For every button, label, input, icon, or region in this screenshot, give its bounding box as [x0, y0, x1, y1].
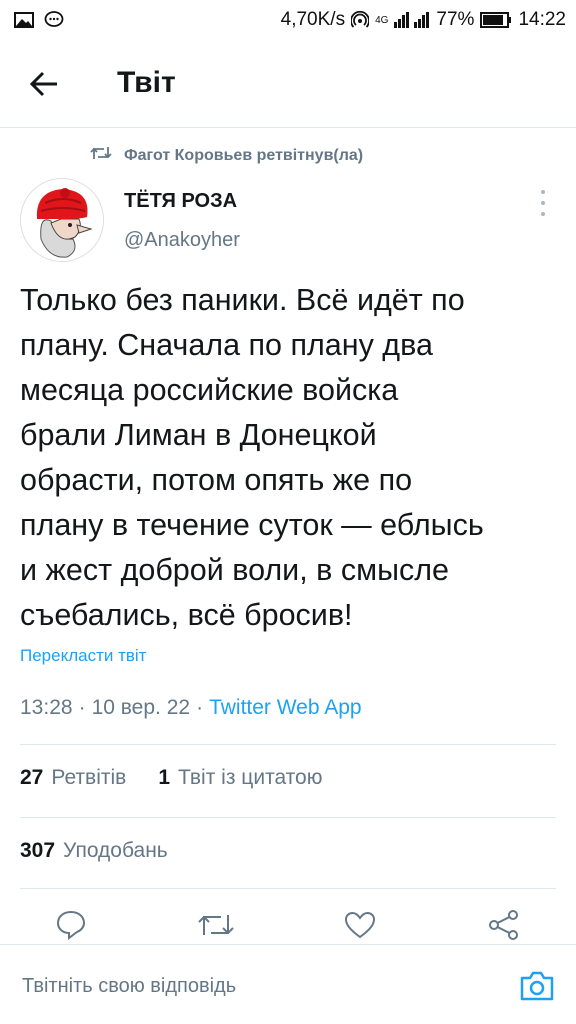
camera-button[interactable] [518, 969, 556, 1003]
reply-bar: Твітніть свою відповідь [0, 944, 576, 1024]
more-dot [541, 201, 545, 205]
status-bar: 4,70K/s 4G 77% 14:22 [0, 0, 576, 40]
more-options-button[interactable] [535, 190, 551, 216]
tweet-line: плану в течение суток — еблысь [20, 508, 484, 542]
likes-count[interactable]: 307 [20, 839, 55, 863]
retweets-label[interactable]: Ретвітів [51, 766, 126, 790]
more-dot [541, 212, 545, 216]
divider [20, 744, 556, 745]
tweet-line: и жест доброй воли, в смысле [20, 553, 449, 587]
tweet-line: плану. Сначала по плану два [20, 328, 433, 362]
author-name[interactable]: ТЁТЯ РОЗА [124, 190, 237, 213]
retweets-count[interactable]: 27 [20, 766, 43, 790]
share-button[interactable] [484, 905, 524, 945]
reply-input[interactable]: Твітніть свою відповідь [22, 975, 236, 998]
quotes-label[interactable]: Твіт із цитатою [178, 766, 322, 790]
network-speed: 4,70K/s [280, 9, 346, 30]
meta-separator: · [78, 696, 86, 719]
tweet-actions [0, 905, 576, 945]
tweet-line: съебались, всё бросив! [20, 598, 353, 632]
share-icon [489, 910, 518, 940]
chat-bubble-icon [44, 11, 64, 29]
quotes-count[interactable]: 1 [158, 766, 170, 790]
divider [20, 888, 556, 889]
status-left [14, 11, 64, 29]
reply-icon [56, 910, 86, 940]
tweet-line: обрасти, потом опять же по [20, 463, 413, 497]
back-button[interactable] [26, 68, 62, 100]
tweet-meta: 13:28 · 10 вер. 22 · Twitter Web App [20, 696, 362, 720]
tweet-line: месяца российские войска [20, 373, 399, 407]
clock: 14:22 [518, 9, 566, 30]
retweet-icon [198, 915, 234, 935]
tweet-date: 10 вер. 22 [91, 696, 191, 719]
like-button[interactable] [340, 905, 380, 945]
battery-icon [480, 12, 512, 28]
avatar[interactable] [20, 178, 104, 262]
author-handle[interactable]: @Anakoyher [124, 229, 240, 252]
hotspot-icon [351, 11, 370, 29]
like-stats: 307 Уподобань [20, 839, 168, 863]
retweet-stats: 27 Ретвітів 1 Твіт із цитатою [20, 766, 322, 790]
tweet-line: Только без паники. Всё идёт по [20, 283, 465, 317]
back-arrow-icon [29, 71, 57, 97]
signal-icon [394, 12, 430, 28]
page-title: Твіт [117, 66, 176, 99]
translate-tweet-link[interactable]: Перекласти твіт [20, 646, 146, 666]
more-vertical-icon [541, 190, 545, 194]
tweet-source-link[interactable]: Twitter Web App [209, 696, 362, 720]
reply-button[interactable] [51, 905, 91, 945]
retweet-icon [90, 145, 112, 166]
tweet-time: 13:28 [20, 696, 73, 719]
tweet-text: Только без паники. Всё идёт по плану. Сн… [20, 278, 560, 638]
divider [20, 817, 556, 818]
network-type: 4G [375, 14, 389, 26]
like-icon [344, 911, 376, 939]
header: Твіт [0, 40, 576, 128]
tweet-line: брали Лиман в Донецкой [20, 418, 377, 452]
likes-label[interactable]: Уподобань [63, 839, 168, 863]
battery-level: 77% [436, 9, 475, 30]
image-icon [14, 12, 34, 28]
meta-separator: · [196, 696, 204, 719]
retweet-button[interactable] [196, 905, 236, 945]
status-right: 4,70K/s 4G 77% 14:22 [281, 9, 566, 31]
camera-icon [520, 971, 554, 1001]
retweet-context-text: Фагот Коровьев ретвітнув(ла) [124, 146, 364, 164]
retweet-context[interactable]: Фагот Коровьев ретвітнув(ла) [90, 145, 363, 166]
